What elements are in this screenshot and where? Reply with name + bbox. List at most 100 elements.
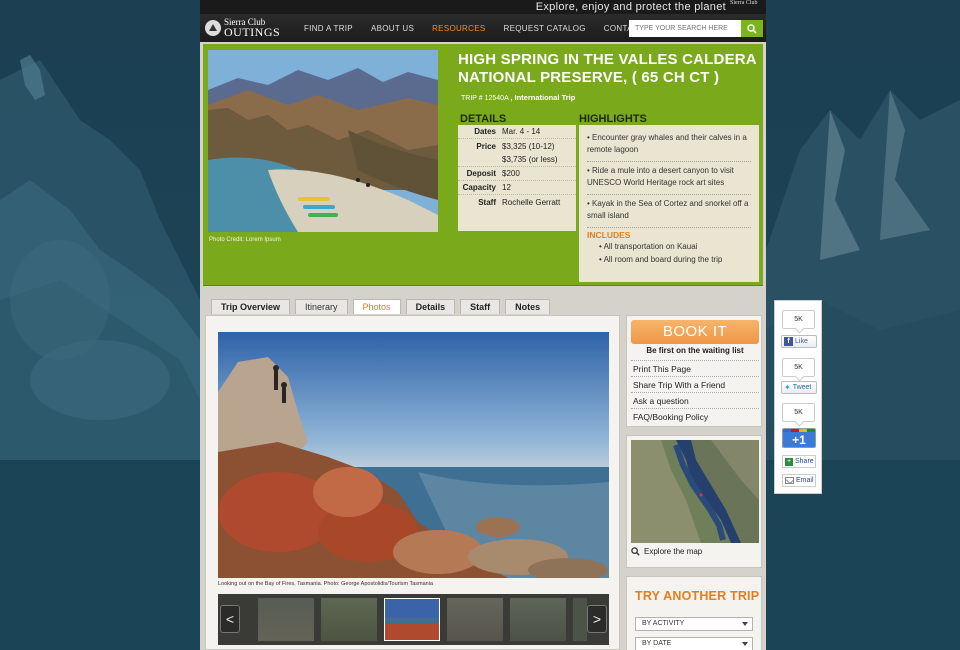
- trip-hero: Photo Credit: Lorem Ipsum HIGH SPRING IN…: [203, 44, 763, 286]
- detail-value: 12: [502, 183, 511, 192]
- includes-heading: INCLUDES: [587, 230, 631, 240]
- explore-map-link[interactable]: Explore the map: [631, 547, 702, 556]
- search-icon: [747, 23, 757, 34]
- highlights-box: • Encounter gray whales and their calves…: [579, 125, 759, 282]
- nav-about-us[interactable]: ABOUT US: [362, 24, 423, 33]
- detail-value: $200: [502, 169, 520, 178]
- details-heading: DETAILS: [460, 113, 507, 125]
- trip-number-value: TRIP # 12540A: [461, 95, 509, 102]
- nav-resources[interactable]: RESOURCES: [423, 24, 494, 33]
- tab-photos[interactable]: Photos: [352, 299, 401, 314]
- detail-row-staff: Staff Rochelle Gerratt: [458, 195, 576, 209]
- waitlist-link[interactable]: Be first on the waiting list: [627, 346, 763, 355]
- include-item: • All room and board during the trip: [599, 255, 723, 264]
- highlight-item: • Ride a mule into a desert canyon to vi…: [587, 162, 751, 195]
- print-page-link[interactable]: Print This Page: [631, 360, 759, 377]
- tab-details[interactable]: Details: [405, 299, 456, 314]
- trip-title: HIGH SPRING IN THE VALLES CALDERA NATION…: [458, 51, 757, 86]
- gallery-thumbnail[interactable]: [258, 598, 314, 641]
- faq-booking-link[interactable]: FAQ/Booking Policy: [631, 408, 759, 425]
- sierra-club-outings-logo[interactable]: Sierra Club OUTINGS: [200, 14, 284, 42]
- detail-value: $3,735 (or less): [502, 155, 558, 164]
- detail-row-price-alt: $3,735 (or less): [458, 153, 576, 167]
- google-plus-count: 5K: [782, 403, 815, 422]
- photo-credit: Photo Credit: Lorem Ipsum: [209, 237, 281, 243]
- include-item: • All transportation on Kauai: [599, 242, 698, 251]
- detail-key: Staff: [478, 197, 496, 207]
- map-box: Explore the map: [626, 435, 762, 568]
- twitter-bird-icon: ✦: [784, 383, 791, 392]
- explore-map-label: Explore the map: [644, 547, 703, 556]
- tab-trip-overview[interactable]: Trip Overview: [211, 299, 291, 314]
- email-button[interactable]: Email: [782, 474, 816, 487]
- try-another-trip-heading: TRY ANOTHER TRIP: [635, 589, 760, 603]
- gallery-thumbnail[interactable]: [447, 598, 503, 641]
- share-label: Share: [795, 458, 814, 465]
- detail-value: Mar. 4 - 14: [502, 127, 541, 136]
- trip-number: TRIP # 12540A , International Trip: [461, 93, 575, 102]
- thumbnail-carousel: < >: [218, 594, 609, 645]
- tab-itinerary[interactable]: Itinerary: [295, 299, 348, 314]
- gallery-thumbnail[interactable]: [573, 598, 587, 641]
- google-plus-one-button[interactable]: +1: [782, 428, 816, 448]
- search-input[interactable]: [629, 20, 741, 37]
- detail-value: $3,325 (10-12): [502, 141, 555, 151]
- envelope-icon: [785, 477, 794, 484]
- try-another-trip-box: TRY ANOTHER TRIP BY ACTIVITY BY DATE: [626, 576, 762, 650]
- trip-type: , International Trip: [510, 93, 576, 102]
- sierra-club-mini-logo: Sierra Club: [730, 0, 758, 6]
- facebook-like-label: Like: [795, 338, 808, 345]
- gallery-thumbnail[interactable]: [321, 598, 377, 641]
- gallery-thumbnail[interactable]: [510, 598, 566, 641]
- tab-staff[interactable]: Staff: [460, 299, 501, 314]
- nav-menu: FIND A TRIP ABOUT US RESOURCES REQUEST C…: [295, 24, 667, 33]
- detail-row-deposit: Deposit $200: [458, 167, 576, 181]
- by-date-select[interactable]: BY DATE: [635, 637, 753, 650]
- detail-key: Price: [476, 141, 496, 151]
- search-bar: [629, 20, 763, 37]
- social-share-panel: 5K f Like 5K ✦ Tweet 5K +1 + Share Email: [774, 300, 822, 494]
- share-plus-icon: +: [785, 457, 793, 466]
- main-gallery-photo[interactable]: [218, 332, 609, 578]
- chevron-down-icon: [742, 642, 748, 646]
- facebook-count: 5K: [782, 310, 815, 329]
- highlight-item: • Kayak in the Sea of Cortez and snorkel…: [587, 195, 751, 228]
- logo-line-2: OUTINGS: [224, 25, 281, 39]
- book-it-button[interactable]: BOOK IT: [631, 320, 759, 344]
- detail-row-price: Price $3,325 (10-12): [458, 139, 576, 153]
- nav-request-catalog[interactable]: REQUEST CATALOG: [495, 24, 595, 33]
- detail-row-capacity: Capacity 12: [458, 181, 576, 195]
- by-date-label: BY DATE: [642, 640, 672, 647]
- gallery-thumbnail-active[interactable]: [384, 598, 440, 641]
- trip-map-thumbnail[interactable]: [631, 440, 759, 543]
- tree-logo-icon: [205, 20, 221, 36]
- highlight-item: • Encounter gray whales and their calves…: [587, 129, 751, 162]
- by-activity-select[interactable]: BY ACTIVITY: [635, 617, 753, 631]
- share-with-friend-link[interactable]: Share Trip With a Friend: [631, 376, 759, 393]
- magnifier-icon: [631, 547, 640, 556]
- facebook-icon: f: [784, 337, 793, 346]
- site-tagline: Explore, enjoy and protect the planet: [535, 1, 726, 13]
- tweet-label: Tweet: [792, 384, 812, 391]
- search-button[interactable]: [741, 20, 763, 37]
- share-button[interactable]: + Share: [782, 455, 816, 468]
- main-nav-bar: Sierra Club OUTINGS FIND A TRIP ABOUT US…: [200, 14, 766, 42]
- tab-notes[interactable]: Notes: [505, 299, 551, 314]
- detail-key: Dates: [474, 127, 496, 136]
- photo-caption: Looking out on the Bay of Fires, Tasmani…: [218, 581, 434, 587]
- top-tagline-bar: Explore, enjoy and protect the planet Si…: [200, 0, 766, 14]
- trip-tabs: Trip Overview Itinerary Photos Details S…: [211, 299, 551, 314]
- booking-box: BOOK IT Be first on the waiting list Pri…: [626, 315, 762, 427]
- carousel-prev-button[interactable]: <: [220, 605, 240, 633]
- nav-find-a-trip[interactable]: FIND A TRIP: [295, 24, 362, 33]
- detail-key: Deposit: [466, 169, 496, 178]
- ask-question-link[interactable]: Ask a question: [631, 392, 759, 409]
- carousel-next-button[interactable]: >: [587, 605, 607, 633]
- facebook-like-button[interactable]: f Like: [781, 335, 817, 348]
- detail-value: Rochelle Gerratt: [502, 197, 561, 207]
- tweet-button[interactable]: ✦ Tweet: [781, 381, 817, 394]
- detail-row-dates: Dates Mar. 4 - 14: [458, 125, 576, 139]
- google-plus-label: +1: [783, 432, 815, 447]
- photos-panel: Looking out on the Bay of Fires, Tasmani…: [205, 315, 620, 650]
- trip-hero-photo[interactable]: [208, 50, 438, 232]
